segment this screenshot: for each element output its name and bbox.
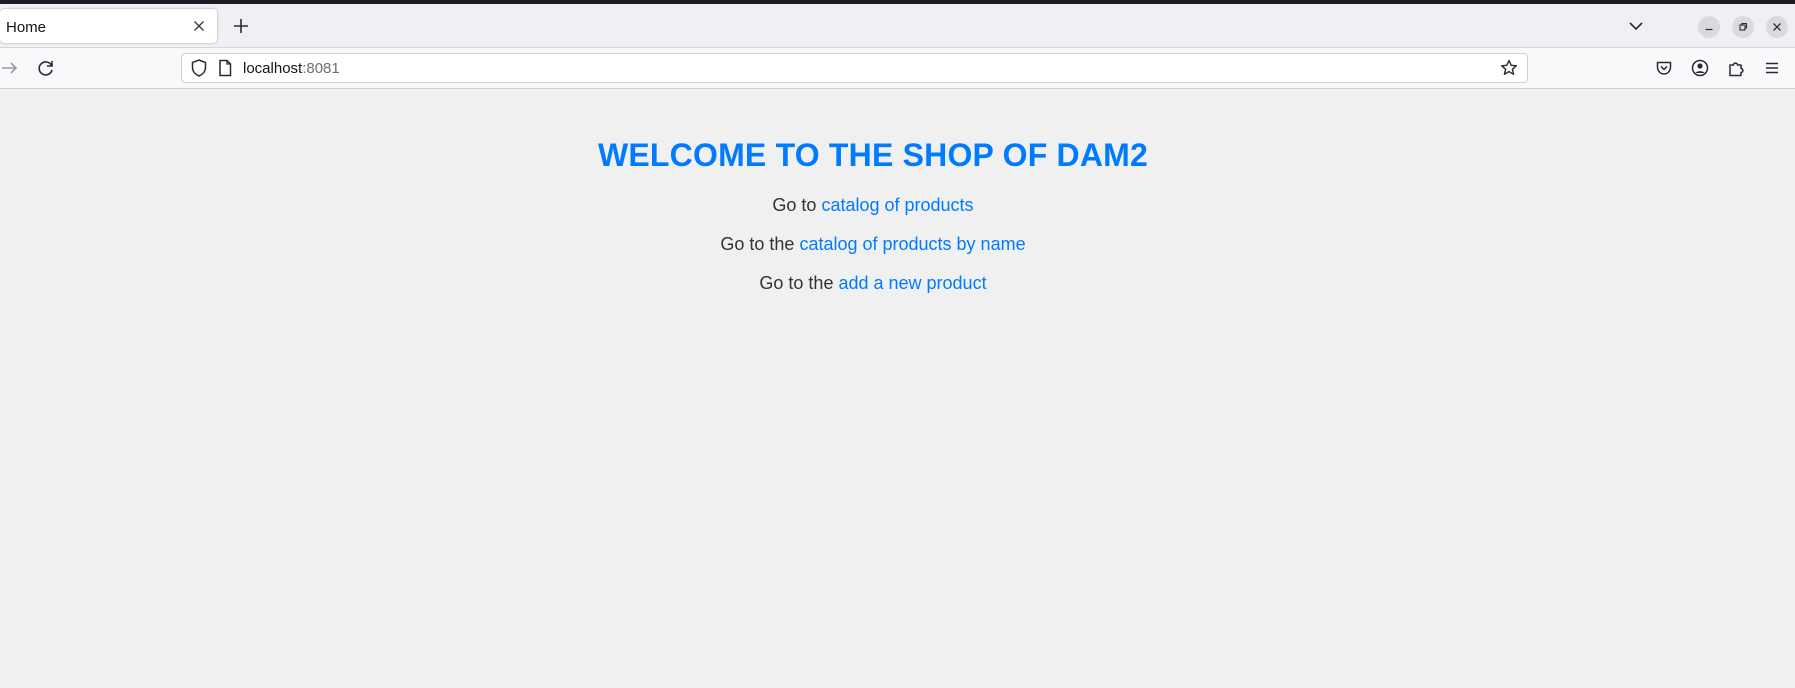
page-icon[interactable] — [213, 56, 237, 80]
nav-line-prefix: Go to — [772, 195, 822, 215]
minimize-icon — [1705, 28, 1713, 31]
catalog-by-name-link[interactable]: catalog of products by name — [799, 234, 1025, 254]
page-title: WELCOME TO THE SHOP OF DAM2 — [597, 137, 1149, 173]
star-icon[interactable] — [1497, 56, 1521, 80]
puzzle-icon[interactable] — [1724, 56, 1748, 80]
minimize-button[interactable] — [1698, 16, 1720, 38]
restore-button[interactable] — [1732, 16, 1754, 38]
tab-bar: Home — [0, 4, 1795, 48]
restore-icon — [1739, 22, 1748, 31]
arrow-right-icon[interactable] — [0, 56, 22, 80]
catalog-link[interactable]: catalog of products — [821, 195, 973, 215]
nav-line-prefix: Go to the — [720, 234, 800, 254]
close-window-icon — [1773, 23, 1781, 31]
navigation-toolbar: localhost:8081 — [0, 48, 1795, 89]
page-content: WELCOME TO THE SHOP OF DAM2 Go to catalo… — [0, 89, 1795, 688]
url-port: :8081 — [302, 60, 340, 77]
add-product-link[interactable]: add a new product — [838, 273, 986, 293]
close-icon[interactable] — [189, 16, 209, 36]
nav-line-catalog-by-name: Go to the catalog of products by name — [0, 234, 1746, 255]
nav-line-add-product: Go to the add a new product — [0, 273, 1746, 294]
plus-icon[interactable] — [229, 14, 253, 38]
tab-home[interactable]: Home — [0, 9, 217, 43]
tab-title: Home — [6, 19, 47, 36]
shield-icon[interactable] — [187, 56, 211, 80]
chevron-down-icon[interactable] — [1624, 14, 1648, 38]
account-icon[interactable] — [1688, 56, 1712, 80]
reload-icon[interactable] — [34, 56, 58, 80]
url-text[interactable]: localhost:8081 — [243, 60, 340, 77]
nav-line-prefix: Go to the — [759, 273, 839, 293]
address-bar[interactable]: localhost:8081 — [181, 53, 1528, 83]
url-host: localhost — [243, 60, 303, 77]
hamburger-menu-icon[interactable] — [1760, 56, 1784, 80]
nav-line-catalog: Go to catalog of products — [0, 195, 1746, 216]
pocket-icon[interactable] — [1652, 56, 1676, 80]
close-window-button[interactable] — [1766, 16, 1788, 38]
